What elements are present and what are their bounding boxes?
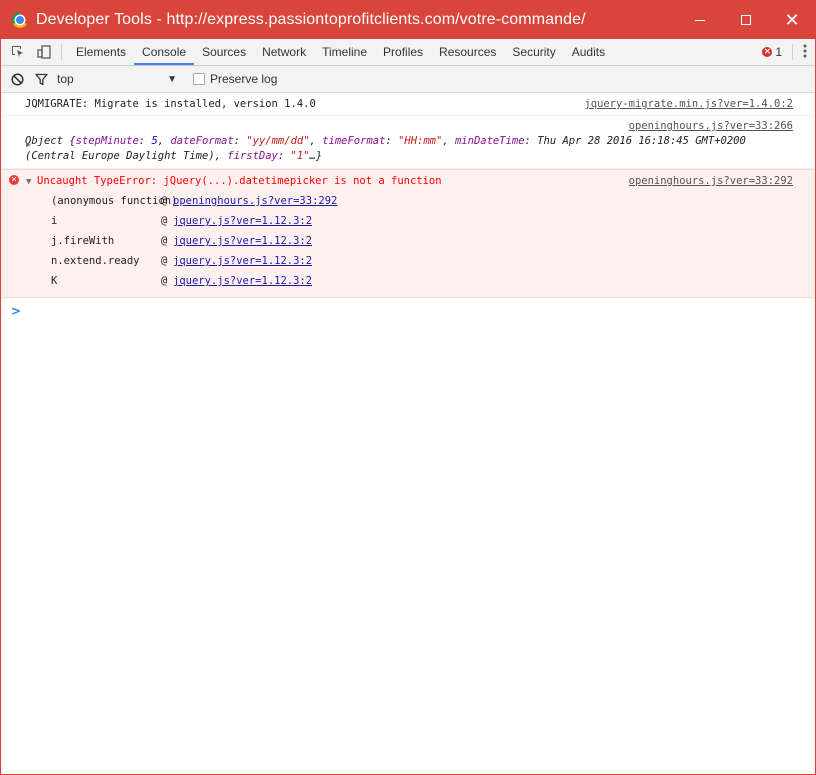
stack-link[interactable]: jquery.js?ver=1.12.3:2	[173, 211, 312, 231]
object-preview[interactable]: ▶ Object {stepMinute: 5, dateFormat: "yy…	[25, 134, 793, 164]
tab-timeline[interactable]: Timeline	[314, 39, 375, 65]
close-icon: ✕	[784, 9, 800, 30]
preserve-log-label: Preserve log	[210, 72, 278, 86]
stack-link[interactable]: openinghours.js?ver=33:292	[173, 191, 337, 211]
context-selector[interactable]: top ▼	[57, 72, 177, 86]
tab-security[interactable]: Security	[504, 39, 563, 65]
stack-at-sign: @	[161, 235, 168, 247]
stack-function: K	[51, 275, 58, 287]
tab-audits[interactable]: Audits	[564, 39, 613, 65]
stack-frame: K @ jquery.js?ver=1.12.3:2	[25, 271, 793, 291]
stack-link[interactable]: jquery.js?ver=1.12.3:2	[173, 251, 312, 271]
maximize-icon	[741, 15, 751, 25]
inspect-element-icon	[12, 46, 23, 57]
stack-link[interactable]: jquery.js?ver=1.12.3:2	[173, 271, 312, 291]
tab-resources[interactable]: Resources	[431, 39, 504, 65]
stack-at-sign: @	[161, 255, 168, 267]
preserve-log-checkbox[interactable]	[193, 73, 205, 85]
console-filter-bar: top ▼ Preserve log	[1, 66, 815, 93]
prompt-chevron-icon: >	[11, 304, 22, 318]
title-bar[interactable]: Developer Tools - http://express.passion…	[1, 1, 815, 39]
toolbar-divider	[61, 44, 62, 60]
console-prompt[interactable]: >	[1, 298, 815, 318]
close-button[interactable]: ✕	[769, 1, 815, 39]
error-count-badge[interactable]: ✕ 1	[762, 45, 782, 59]
window-controls: ✕	[677, 1, 815, 39]
source-link[interactable]: jquery-migrate.min.js?ver=1.4.0:2	[584, 97, 793, 112]
stack-link[interactable]: jquery.js?ver=1.12.3:2	[173, 231, 312, 251]
stack-frame: i @ jquery.js?ver=1.12.3:2	[25, 211, 793, 231]
device-mode-icon	[37, 45, 51, 59]
console-message-object: openinghours.js?ver=33:266 ▶ Object {ste…	[1, 116, 815, 169]
stack-function: i	[51, 215, 58, 227]
maximize-button[interactable]	[723, 1, 769, 39]
source-link[interactable]: openinghours.js?ver=33:266	[629, 119, 793, 134]
window-title: Developer Tools - http://express.passion…	[36, 11, 586, 28]
stack-function: (anonymous function)	[51, 195, 178, 207]
tab-network[interactable]: Network	[254, 39, 314, 65]
minimize-button[interactable]	[677, 1, 723, 39]
stack-trace: (anonymous function) @ openinghours.js?v…	[25, 191, 793, 291]
source-link[interactable]: openinghours.js?ver=33:292	[629, 174, 793, 189]
filter-button[interactable]	[29, 66, 53, 92]
error-text: Uncaught TypeError: jQuery(...).datetime…	[37, 175, 442, 187]
tab-profiles[interactable]: Profiles	[375, 39, 431, 65]
tab-console[interactable]: Console	[134, 39, 195, 65]
stack-at-sign: @	[161, 215, 168, 227]
stack-function: j.fireWith	[51, 235, 115, 247]
error-count: 1	[775, 45, 782, 59]
tab-sources[interactable]: Sources	[194, 39, 254, 65]
minimize-icon	[695, 19, 705, 21]
device-mode-button[interactable]	[31, 39, 57, 65]
stack-at-sign: @	[161, 275, 168, 287]
dropdown-arrow-icon: ▼	[167, 73, 177, 85]
more-options-button[interactable]	[803, 44, 807, 60]
error-icon: ✕	[762, 47, 773, 57]
main-toolbar: Elements Console Sources Network Timelin…	[1, 39, 815, 66]
clear-console-button[interactable]	[5, 66, 29, 92]
console-message-error: ✕ ▼ Uncaught TypeError: jQuery(...).date…	[1, 169, 815, 298]
stack-frame: n.extend.ready @ jquery.js?ver=1.12.3:2	[25, 251, 793, 271]
tab-elements[interactable]: Elements	[68, 39, 134, 65]
context-value: top	[57, 72, 74, 86]
stack-frame: j.fireWith @ jquery.js?ver=1.12.3:2	[25, 231, 793, 251]
stack-function: n.extend.ready	[51, 255, 140, 267]
filter-icon	[34, 73, 48, 85]
stack-at-sign: @	[161, 195, 168, 207]
inspect-element-button[interactable]	[5, 39, 31, 65]
stack-frame: (anonymous function) @ openinghours.js?v…	[25, 191, 793, 211]
console-output: JQMIGRATE: Migrate is installed, version…	[1, 93, 815, 318]
expand-triangle-icon[interactable]: ▶	[26, 137, 31, 152]
error-icon: ✕	[9, 175, 19, 185]
log-text: JQMIGRATE: Migrate is installed, version…	[25, 98, 316, 110]
preserve-log-option[interactable]: Preserve log	[193, 72, 277, 86]
toolbar-divider-right	[792, 44, 793, 60]
kebab-menu-icon	[803, 44, 807, 58]
collapse-triangle-icon[interactable]: ▼	[26, 175, 31, 190]
console-message-log: JQMIGRATE: Migrate is installed, version…	[1, 93, 815, 116]
clear-console-icon	[10, 72, 24, 86]
devtools-window: Developer Tools - http://express.passion…	[0, 0, 816, 775]
chrome-logo-icon	[12, 12, 28, 28]
toolbar-right: ✕ 1	[762, 39, 807, 65]
